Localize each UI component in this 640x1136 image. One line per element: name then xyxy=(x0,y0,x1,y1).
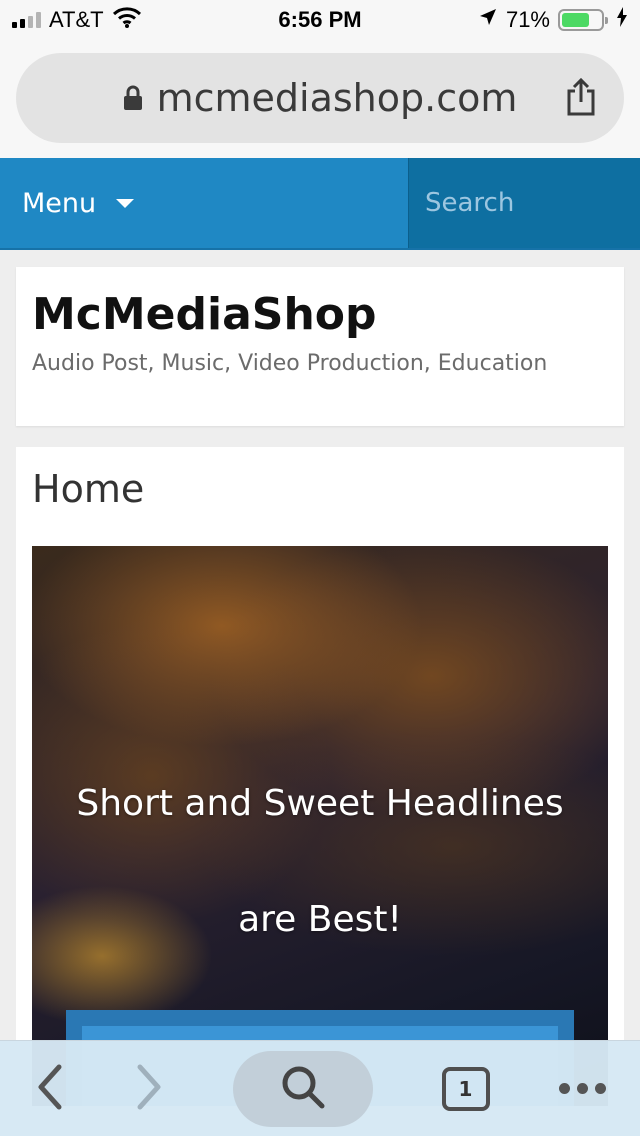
hero-banner: Short and Sweet Headlines are Best! xyxy=(32,546,608,1106)
battery-level-fill xyxy=(562,13,589,27)
signal-icon xyxy=(12,12,41,28)
browser-address-area: mcmediashop.com xyxy=(0,40,640,158)
search-button[interactable] xyxy=(232,1050,373,1127)
forward-icon xyxy=(134,1063,164,1115)
wifi-icon xyxy=(112,6,142,34)
more-button[interactable] xyxy=(558,1083,606,1094)
search-input[interactable] xyxy=(425,188,640,218)
browser-toolbar: 1 xyxy=(0,1040,640,1136)
url-text: mcmediashop.com xyxy=(156,76,518,120)
hero-headline: Short and Sweet Headlines are Best! xyxy=(32,746,608,978)
more-icon xyxy=(558,1083,606,1094)
site-nav: Menu xyxy=(0,158,640,250)
menu-label: Menu xyxy=(22,187,97,219)
status-bar: AT&T 6:56 PM 71% xyxy=(0,0,640,40)
main-content: Home Short and Sweet Headlines are Best! xyxy=(16,447,624,1136)
back-button[interactable] xyxy=(35,1063,65,1115)
search-box xyxy=(408,158,640,248)
tab-count-label: 1 xyxy=(458,1076,473,1101)
battery-percent: 71% xyxy=(505,7,550,32)
charging-bolt-icon xyxy=(616,7,628,33)
caret-down-icon xyxy=(116,198,135,208)
share-icon[interactable] xyxy=(564,77,598,126)
location-arrow-icon xyxy=(478,7,498,33)
forward-button[interactable] xyxy=(134,1063,164,1115)
search-icon xyxy=(280,1064,326,1114)
tabs-button[interactable]: 1 xyxy=(441,1066,490,1111)
lock-icon xyxy=(123,85,143,111)
carrier-label: AT&T xyxy=(49,7,104,32)
menu-button[interactable]: Menu xyxy=(0,158,408,248)
hero-headline-line-2: are Best! xyxy=(238,899,402,940)
site-header: McMediaShop Audio Post, Music, Video Pro… xyxy=(16,267,624,426)
site-title[interactable]: McMediaShop xyxy=(32,285,608,345)
site-description: Audio Post, Music, Video Production, Edu… xyxy=(32,351,548,376)
page-title: Home xyxy=(32,467,145,511)
tabs-icon: 1 xyxy=(441,1066,490,1111)
hero-headline-line-1: Short and Sweet Headlines xyxy=(76,783,564,824)
back-icon xyxy=(35,1063,65,1115)
address-bar[interactable]: mcmediashop.com xyxy=(16,53,624,143)
battery-icon xyxy=(558,9,608,31)
